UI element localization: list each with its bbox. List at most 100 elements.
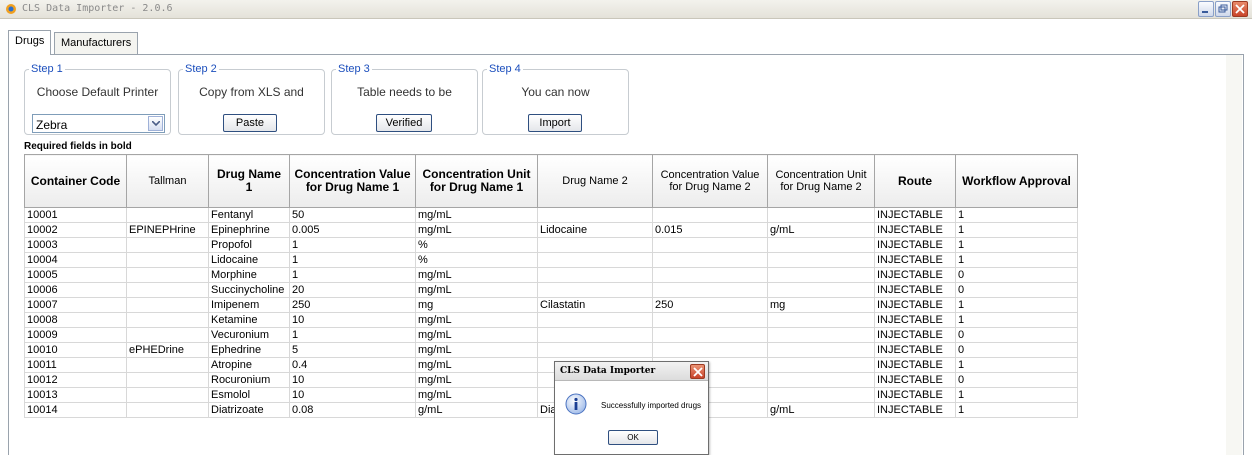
table-cell[interactable] (126, 297, 209, 313)
maximize-button[interactable] (1215, 1, 1231, 17)
table-cell[interactable] (537, 312, 653, 328)
table-cell[interactable]: mg/mL (415, 267, 538, 283)
table-cell[interactable]: Epinephrine (208, 222, 290, 238)
close-button[interactable] (1232, 1, 1248, 17)
table-cell[interactable]: 0 (955, 342, 1078, 358)
table-cell[interactable]: EPINEPHrine (126, 222, 209, 238)
table-cell[interactable]: 10 (289, 312, 416, 328)
tab-drugs[interactable]: Drugs (8, 30, 52, 55)
minimize-button[interactable] (1198, 1, 1214, 17)
table-cell[interactable]: 10005 (24, 267, 127, 283)
table-cell[interactable]: INJECTABLE (874, 267, 956, 283)
table-cell[interactable] (767, 252, 875, 268)
table-cell[interactable]: 0 (955, 327, 1078, 343)
table-cell[interactable]: mg/mL (415, 372, 538, 388)
column-header[interactable]: Drug Name 2 (537, 154, 653, 208)
table-cell[interactable]: 0.015 (652, 222, 768, 238)
table-cell[interactable]: 0 (955, 282, 1078, 298)
table-cell[interactable]: INJECTABLE (874, 342, 956, 358)
table-cell[interactable]: INJECTABLE (874, 237, 956, 253)
table-cell[interactable]: INJECTABLE (874, 297, 956, 313)
table-cell[interactable]: 10010 (24, 342, 127, 358)
table-row[interactable]: 10012 Rocuronium 10 mg/mL INJECTABLE 0 (24, 372, 1078, 388)
table-cell[interactable]: INJECTABLE (874, 327, 956, 343)
table-cell[interactable] (652, 327, 768, 343)
table-cell[interactable]: 10004 (24, 252, 127, 268)
table-cell[interactable] (537, 252, 653, 268)
table-cell[interactable] (652, 342, 768, 358)
import-button[interactable]: Import (528, 114, 582, 132)
table-cell[interactable] (126, 312, 209, 328)
table-cell[interactable]: g/mL (767, 402, 875, 418)
table-cell[interactable]: Lidocaine (537, 222, 653, 238)
table-cell[interactable]: 1 (289, 252, 416, 268)
table-cell[interactable]: 5 (289, 342, 416, 358)
table-row[interactable]: 10008 Ketamine 10 mg/mL INJECTABLE 1 (24, 312, 1078, 328)
column-header[interactable]: Drug Name 1 (208, 154, 290, 208)
table-cell[interactable] (126, 327, 209, 343)
table-cell[interactable]: Diatrizoate (208, 402, 290, 418)
table-cell[interactable]: 10014 (24, 402, 127, 418)
table-cell[interactable]: 0 (955, 267, 1078, 283)
table-cell[interactable]: 10003 (24, 237, 127, 253)
table-cell[interactable]: 1 (955, 297, 1078, 313)
table-row[interactable]: 10002 EPINEPHrine Epinephrine 0.005 mg/mL Lid… (24, 222, 1078, 238)
table-cell[interactable]: INJECTABLE (874, 372, 956, 388)
table-cell[interactable]: 0.005 (289, 222, 416, 238)
table-cell[interactable]: 10 (289, 387, 416, 403)
table-cell[interactable]: Ketamine (208, 312, 290, 328)
table-cell[interactable]: Atropine (208, 357, 290, 373)
table-cell[interactable]: mg/mL (415, 207, 538, 223)
table-row[interactable]: 10013 Esmolol 10 mg/mL INJECTABLE 1 (24, 387, 1078, 403)
table-cell[interactable]: INJECTABLE (874, 357, 956, 373)
table-cell[interactable]: Esmolol (208, 387, 290, 403)
table-cell[interactable]: 1 (289, 267, 416, 283)
table-cell[interactable]: Rocuronium (208, 372, 290, 388)
table-row[interactable]: 10014 Diatrizoate 0.08 g/mL Dia g/mL INJECTABL… (24, 402, 1078, 418)
table-cell[interactable]: Propofol (208, 237, 290, 253)
dropdown-button[interactable] (148, 116, 163, 131)
table-cell[interactable] (126, 267, 209, 283)
table-cell[interactable] (537, 237, 653, 253)
table-row[interactable]: 10007 Imipenem 250 mg Cilastatin 250 mg INJECTA… (24, 297, 1078, 313)
table-cell[interactable]: 1 (955, 237, 1078, 253)
table-cell[interactable]: mg (415, 297, 538, 313)
table-cell[interactable] (126, 207, 209, 223)
table-cell[interactable] (126, 357, 209, 373)
table-cell[interactable] (126, 252, 209, 268)
table-cell[interactable]: 1 (955, 207, 1078, 223)
table-cell[interactable]: 1 (955, 222, 1078, 238)
table-row[interactable]: 10001 Fentanyl 50 mg/mL INJECTABLE 1 (24, 207, 1078, 223)
table-cell[interactable]: 1 (289, 327, 416, 343)
table-cell[interactable]: 50 (289, 207, 416, 223)
vertical-scrollbar[interactable] (1226, 55, 1242, 455)
table-row[interactable]: 10003 Propofol 1% INJECTABLE 1 (24, 237, 1078, 253)
table-cell[interactable]: INJECTABLE (874, 252, 956, 268)
table-cell[interactable]: 1 (955, 357, 1078, 373)
table-cell[interactable]: 10013 (24, 387, 127, 403)
table-cell[interactable] (767, 237, 875, 253)
table-cell[interactable]: Vecuronium (208, 327, 290, 343)
table-row[interactable]: 10005 Morphine 1 mg/mL INJECTABLE 0 (24, 267, 1078, 283)
table-cell[interactable]: Imipenem (208, 297, 290, 313)
table-cell[interactable]: mg/mL (415, 312, 538, 328)
table-cell[interactable]: 10009 (24, 327, 127, 343)
table-cell[interactable]: ePHEDrine (126, 342, 209, 358)
table-cell[interactable]: INJECTABLE (874, 282, 956, 298)
column-header[interactable]: Workflow Approval (955, 154, 1078, 208)
column-header[interactable]: Tallman (126, 154, 209, 208)
table-cell[interactable]: Succinycholine (208, 282, 290, 298)
table-cell[interactable]: Cilastatin (537, 297, 653, 313)
table-cell[interactable] (652, 267, 768, 283)
table-cell[interactable]: % (415, 252, 538, 268)
table-row[interactable]: 10011 Atropine 0.4 mg/mL INJECTABLE 1 (24, 357, 1078, 373)
table-row[interactable]: 10010 ePHEDrine Ephedrine 5 mg/mL INJECTABLE 0 (24, 342, 1078, 358)
table-cell[interactable]: Lidocaine (208, 252, 290, 268)
table-row[interactable]: 10004 Lidocaine 1% INJECTABLE 1 (24, 252, 1078, 268)
table-cell[interactable] (537, 282, 653, 298)
table-cell[interactable]: Fentanyl (208, 207, 290, 223)
table-cell[interactable] (767, 312, 875, 328)
table-cell[interactable] (652, 312, 768, 328)
table-cell[interactable] (652, 207, 768, 223)
column-header[interactable]: Concentration Value for Drug Name 1 (289, 154, 416, 208)
